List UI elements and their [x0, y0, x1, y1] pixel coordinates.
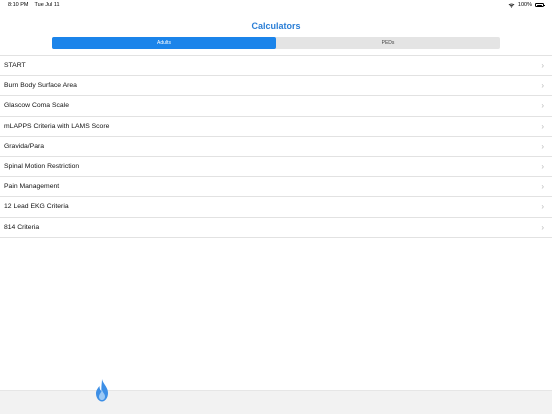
wifi-icon: [508, 3, 515, 8]
chevron-right-icon: ›: [541, 141, 544, 151]
chevron-right-icon: ›: [541, 101, 544, 111]
chevron-right-icon: ›: [541, 61, 544, 70]
chevron-right-icon: ›: [541, 81, 544, 91]
list-item-spinal-motion-restriction[interactable]: Spinal Motion Restriction ›: [0, 157, 552, 178]
list-item-mlapps-criteria[interactable]: mLAPPS Criteria with LAMS Score ›: [0, 117, 552, 137]
status-date: Tue Jul 11: [34, 2, 60, 8]
status-time: 8:10 PM: [8, 2, 29, 8]
list-item-pain-management[interactable]: Pain Management ›: [0, 177, 552, 198]
list-item-label: Spinal Motion Restriction: [4, 162, 80, 170]
list-item-start[interactable]: START ›: [0, 56, 552, 77]
chevron-right-icon: ›: [541, 161, 544, 171]
list-item-label: 12 Lead EKG Criteria: [4, 203, 69, 211]
segment-peds[interactable]: PEDs: [276, 37, 500, 49]
status-right: 100%: [508, 2, 545, 8]
bottom-bar: [0, 390, 552, 414]
chevron-right-icon: ›: [541, 121, 544, 131]
list-item-label: START: [4, 62, 26, 69]
list-item-label: Burn Body Surface Area: [4, 82, 77, 90]
status-bar: 8:10 PM Tue Jul 11 100%: [0, 0, 552, 12]
status-left: 8:10 PM Tue Jul 11: [8, 2, 60, 8]
battery-icon: [535, 3, 545, 7]
list-item-label: Glascow Coma Scale: [4, 102, 69, 110]
list-item-label: Pain Management: [4, 183, 60, 191]
list-item-814-criteria[interactable]: 814 Criteria ›: [0, 218, 552, 238]
chevron-right-icon: ›: [541, 182, 544, 192]
flame-icon[interactable]: [92, 378, 112, 404]
list-item-label: Gravida/Para: [4, 142, 45, 150]
chevron-right-icon: ›: [541, 222, 544, 232]
list-item-12-lead-ekg-criteria[interactable]: 12 Lead EKG Criteria ›: [0, 197, 552, 218]
list-item-burn-body-surface-area[interactable]: Burn Body Surface Area ›: [0, 76, 552, 97]
segmented-control: Adults PEDs: [52, 37, 500, 49]
page-title: Calculators: [251, 21, 301, 31]
calculator-list: START › Burn Body Surface Area › Glascow…: [0, 55, 552, 238]
list-item-label: mLAPPS Criteria with LAMS Score: [4, 122, 110, 130]
list-item-gravida-para[interactable]: Gravida/Para ›: [0, 137, 552, 157]
battery-percent: 100%: [517, 2, 532, 8]
list-item-label: 814 Criteria: [4, 223, 40, 231]
chevron-right-icon: ›: [541, 202, 544, 212]
segment-adults[interactable]: Adults: [52, 37, 276, 49]
list-item-glascow-coma-scale[interactable]: Glascow Coma Scale ›: [0, 96, 552, 117]
screen: 8:10 PM Tue Jul 11 100% Calculators Adul…: [0, 0, 552, 414]
